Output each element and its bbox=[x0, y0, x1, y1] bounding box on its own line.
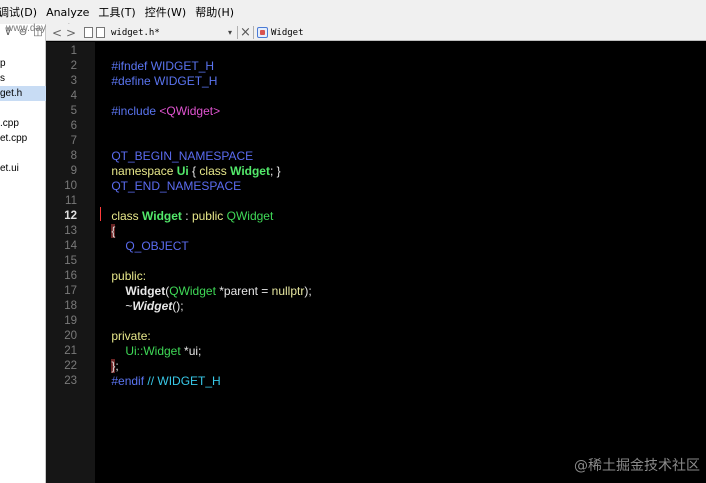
preprocessor-token: #endif bbox=[111, 374, 145, 388]
tab-separator bbox=[237, 26, 238, 39]
include-path-token: <QWidget> bbox=[159, 104, 221, 118]
punct-token: : bbox=[181, 209, 192, 223]
current-file-name[interactable]: widget.h* bbox=[111, 24, 160, 41]
line-number: 8 bbox=[70, 150, 77, 162]
project-file-list: p s get.h .cpp et.cpp et.ui bbox=[0, 56, 46, 176]
lock-icon[interactable] bbox=[84, 24, 93, 41]
file-item-selected[interactable]: get.h bbox=[0, 86, 46, 101]
preprocessor-token: #define WIDGET_H bbox=[111, 74, 218, 88]
class-token: Ui::Widget bbox=[125, 344, 181, 358]
file-item[interactable] bbox=[0, 101, 46, 116]
code-line-13: Q_OBJECT bbox=[112, 224, 188, 253]
class-token: Widget bbox=[142, 209, 182, 223]
line-number: 1 bbox=[70, 45, 77, 57]
close-icon[interactable]: × bbox=[240, 24, 251, 41]
line-number: 15 bbox=[64, 255, 77, 267]
document-icon bbox=[96, 24, 105, 41]
menu-tools[interactable]: 工具(T) bbox=[98, 4, 144, 20]
line-number: 13 bbox=[64, 225, 77, 237]
line-number: 11 bbox=[65, 195, 77, 207]
line-number: 12 bbox=[64, 210, 77, 222]
code-line-8: namespace Ui { class Widget; } bbox=[98, 149, 280, 178]
code-line-17: ~Widget(); bbox=[112, 284, 183, 313]
code-editor[interactable]: #ifndef WIDGET_H #define WIDGET_H #inclu… bbox=[95, 42, 706, 483]
code-line-22: #endif // WIDGET_H bbox=[98, 359, 220, 388]
preprocessor-token: #include bbox=[111, 104, 160, 118]
keyword-token: public bbox=[191, 209, 227, 223]
file-item[interactable]: p bbox=[0, 56, 46, 71]
line-number: 6 bbox=[70, 120, 77, 132]
line-number: 10 bbox=[64, 180, 77, 192]
forward-arrow-icon[interactable]: > bbox=[66, 24, 76, 41]
comment-token: // WIDGET_H bbox=[144, 374, 221, 388]
line-number: 19 bbox=[64, 315, 77, 327]
punct-token: *parent = bbox=[215, 284, 272, 298]
code-line-15: public: bbox=[98, 254, 146, 283]
symbol-name: Widget bbox=[271, 27, 304, 38]
menu-analyze[interactable]: Analyze bbox=[46, 6, 98, 19]
class-token: QWidget bbox=[226, 209, 274, 223]
punct-token: ; } bbox=[269, 164, 281, 178]
code-line-16: Widget(QWidget *parent = nullptr); bbox=[112, 269, 311, 298]
symbol-selector[interactable]: Widget bbox=[257, 24, 304, 41]
file-item[interactable]: et.cpp bbox=[0, 131, 46, 146]
punct-token: (); bbox=[172, 299, 184, 313]
punct-token: *ui; bbox=[180, 344, 202, 358]
menu-controls[interactable]: 控件(W) bbox=[145, 4, 195, 20]
code-line-11: class Widget : public QWidget bbox=[98, 194, 273, 223]
code-line-7: QT_BEGIN_NAMESPACE bbox=[98, 134, 253, 163]
line-number: 3 bbox=[70, 75, 77, 87]
line-number: 2 bbox=[70, 60, 77, 72]
punct-token: ); bbox=[304, 284, 312, 298]
menu-bar: 调试(D) Analyze 工具(T) 控件(W) 帮助(H) bbox=[0, 0, 706, 24]
code-line-20: Ui::Widget *ui; bbox=[112, 329, 201, 358]
file-dropdown-icon[interactable]: ▾ bbox=[228, 24, 232, 41]
keyword-token: class bbox=[111, 209, 143, 223]
keyword-token: nullptr bbox=[271, 284, 305, 298]
text-cursor bbox=[100, 207, 101, 221]
watermark-bottom: @稀土掘金技术社区 bbox=[574, 458, 700, 474]
file-item[interactable] bbox=[0, 146, 46, 161]
line-number: 14 bbox=[64, 240, 77, 252]
menu-debug[interactable]: 调试(D) bbox=[0, 4, 46, 20]
function-token: Widget bbox=[132, 299, 173, 313]
line-number: 18 bbox=[64, 300, 77, 312]
line-number: 16 bbox=[64, 270, 77, 282]
line-number: 9 bbox=[70, 165, 77, 177]
macro-token: QT_END_NAMESPACE bbox=[111, 179, 242, 193]
line-number: 20 bbox=[64, 330, 77, 342]
tab-separator bbox=[253, 26, 254, 39]
editor-tab-bar: < > widget.h* ▾ × Widget bbox=[46, 24, 706, 41]
line-number: 21 bbox=[64, 345, 77, 357]
class-icon bbox=[257, 27, 268, 38]
code-line-9: QT_END_NAMESPACE bbox=[98, 164, 241, 193]
line-number: 22 bbox=[64, 360, 77, 372]
code-line-2: #define WIDGET_H bbox=[98, 59, 217, 88]
macro-token: Q_OBJECT bbox=[125, 239, 189, 253]
line-number-gutter: 1 2 3 4 5 6 7 8 9 10 11 12 13 14 15 16 17 18 19 20 21 22 23 bbox=[46, 42, 95, 483]
code-line-21: }; bbox=[98, 344, 119, 373]
file-item[interactable]: s bbox=[0, 71, 46, 86]
code-line-1: #ifndef WIDGET_H bbox=[98, 44, 214, 73]
menu-help[interactable]: 帮助(H) bbox=[195, 4, 243, 20]
line-number: 4 bbox=[70, 90, 77, 102]
code-line-19: private: bbox=[98, 314, 150, 343]
line-number: 17 bbox=[64, 285, 77, 297]
line-number: 23 bbox=[64, 375, 77, 387]
line-number: 7 bbox=[70, 135, 77, 147]
project-tree-panel: ⊽ ⊖ ◫ p s get.h .cpp et.cpp et.ui bbox=[0, 24, 46, 483]
file-item[interactable]: et.ui bbox=[0, 161, 46, 176]
file-item[interactable]: .cpp bbox=[0, 116, 46, 131]
line-number: 5 bbox=[70, 105, 77, 117]
code-line-4: #include <QWidget> bbox=[98, 89, 220, 118]
back-arrow-icon[interactable]: < bbox=[52, 24, 62, 41]
